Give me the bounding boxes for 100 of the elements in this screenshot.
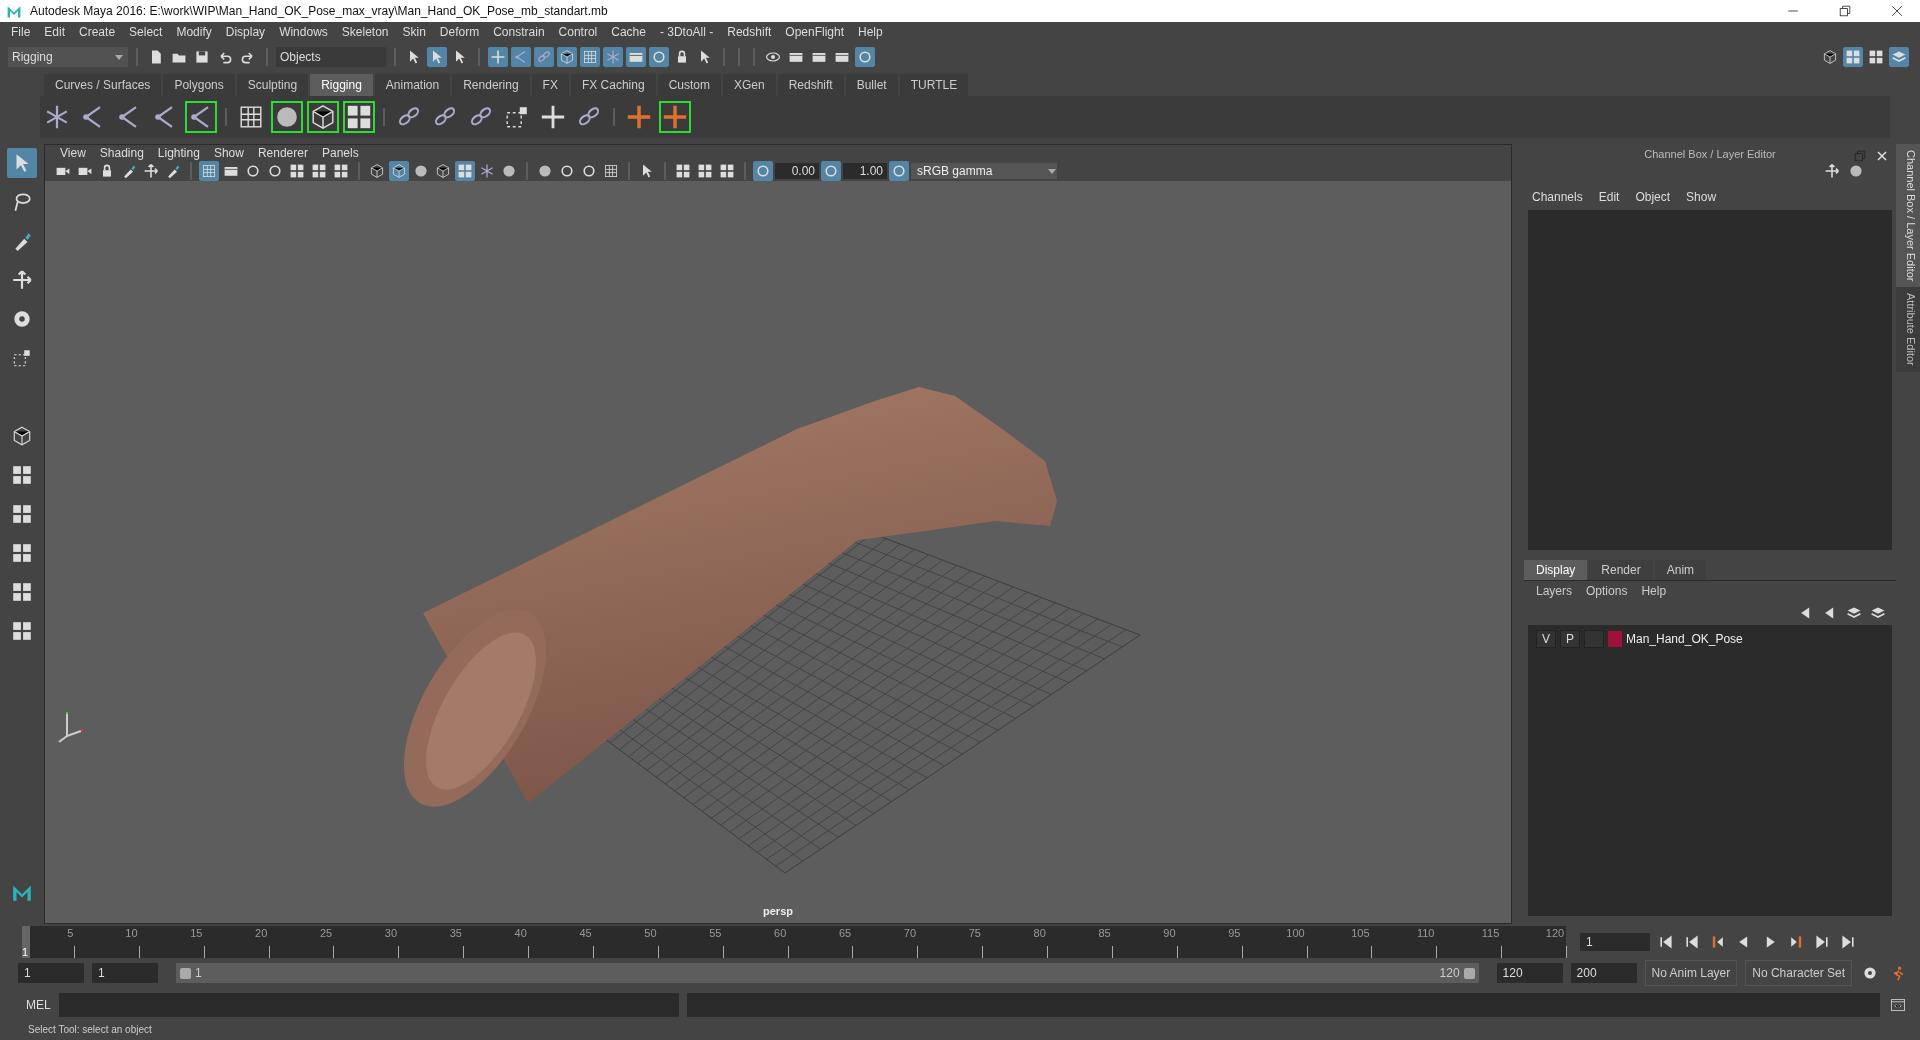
frame-label: 35: [449, 927, 462, 939]
panel-menu-item[interactable]: View: [53, 146, 93, 160]
snap-grid-icon[interactable]: [488, 47, 508, 67]
shelf-tab[interactable]: Rendering: [452, 74, 530, 96]
frame-label: 5: [67, 927, 74, 939]
menu-item[interactable]: Deform: [432, 25, 487, 39]
shelf-tab[interactable]: Rigging: [310, 74, 373, 96]
axis-icon: [58, 711, 84, 743]
menu-item[interactable]: Windows: [272, 25, 335, 39]
channel-box-menu-item[interactable]: Show: [1686, 190, 1717, 204]
menu-item[interactable]: Edit: [37, 25, 73, 39]
command-language-label[interactable]: MEL: [26, 998, 51, 1012]
menu-set-dropdown[interactable]: Rigging: [8, 47, 128, 67]
viewport[interactable]: persp: [45, 181, 1511, 923]
shelf-tab[interactable]: Polygons: [163, 74, 235, 96]
channel-box-menu-item[interactable]: Object: [1635, 190, 1671, 204]
menu-item[interactable]: Help: [851, 25, 890, 39]
layer-menu-item[interactable]: Layers: [1536, 584, 1573, 598]
shelf-tab[interactable]: FX Caching: [570, 74, 656, 96]
frame-label: 115: [1481, 927, 1500, 939]
window-title: Autodesk Maya 2016: E:\work\WIP\Man_Hand_OK_Pose_max_vray\Man_Hand_OK_Pose_mb_standart.mb: [30, 4, 608, 18]
side-tab[interactable]: Channel Box / Layer Editor: [1896, 144, 1920, 288]
restore-icon[interactable]: [1837, 3, 1853, 19]
panel-menu-item[interactable]: Show: [206, 146, 251, 160]
end-time-field[interactable]: 200: [1570, 963, 1637, 983]
panel-menu-item[interactable]: Renderer: [250, 146, 315, 160]
grid-icon[interactable]: [199, 161, 219, 181]
frame-label: 20: [255, 927, 268, 939]
side-tab[interactable]: Attribute Editor: [1896, 287, 1920, 373]
range-slider[interactable]: 1 120: [176, 963, 1479, 983]
menu-item[interactable]: Display: [218, 25, 273, 39]
select-tool-icon[interactable]: [7, 148, 37, 178]
menu-item[interactable]: Modify: [169, 25, 219, 39]
range-start-label: 1: [195, 966, 202, 980]
close-icon[interactable]: [1889, 3, 1905, 19]
menu-item[interactable]: Cache: [604, 25, 653, 39]
menu-item[interactable]: Redshift: [720, 25, 779, 39]
menu-item[interactable]: Create: [72, 25, 123, 39]
time-slider[interactable]: 1 5 10 15 20 25 30 35 40 45 50 55 60 65 70 75 80 85 90 95 100 105 110 115 120: [22, 926, 1566, 958]
frame-label: 30: [384, 927, 398, 939]
shelf-tab[interactable]: XGen: [722, 74, 776, 96]
character-set-dropdown[interactable]: No Character Set: [1745, 960, 1852, 986]
command-input-field[interactable]: [58, 993, 679, 1017]
layer-name[interactable]: Man_Hand_OK_Pose: [1626, 632, 1743, 646]
shelf-tab[interactable]: TURTLE: [899, 74, 969, 96]
menu-item[interactable]: OpenFlight: [778, 25, 851, 39]
select-object-icon[interactable]: [427, 47, 447, 67]
shelf-tab[interactable]: Sculpting: [236, 74, 309, 96]
caret-icon: [114, 52, 124, 62]
frame-label: 90: [1163, 927, 1176, 939]
menu-item[interactable]: Skin: [395, 25, 433, 39]
current-frame-field[interactable]: 1: [1580, 933, 1650, 951]
frame-label: 100: [1286, 927, 1305, 939]
frame-label: 45: [579, 927, 592, 939]
current-frame-marker[interactable]: 1: [22, 926, 30, 958]
frame-label: 110: [1416, 927, 1435, 939]
camera-label: persp: [763, 905, 793, 917]
panel-menu-item[interactable]: Lighting: [150, 146, 207, 160]
menu-item[interactable]: Constrain: [486, 25, 552, 39]
caret-icon: [1047, 166, 1057, 176]
visibility-toggle[interactable]: V: [1536, 630, 1556, 648]
range-end-label: 120: [1439, 966, 1460, 980]
shelf-tab[interactable]: FX: [531, 74, 569, 96]
menu-item[interactable]: Control: [551, 25, 605, 39]
help-line: Select Tool: select an object: [28, 1023, 152, 1035]
frame-label: 50: [644, 927, 657, 939]
menu-item[interactable]: - 3DtoAll -: [652, 25, 721, 39]
frame-label: 25: [319, 927, 333, 939]
layer-tab[interactable]: Anim: [1654, 560, 1707, 580]
gamma-field[interactable]: 1.00: [843, 163, 887, 179]
range-handle[interactable]: [180, 967, 191, 979]
frame-label: 75: [968, 927, 981, 939]
channel-box-menu-item[interactable]: Edit: [1598, 190, 1620, 204]
shelf-tab[interactable]: Custom: [657, 74, 721, 96]
layer-tab[interactable]: Display: [1524, 560, 1588, 580]
exposure-field[interactable]: 0.00: [775, 163, 819, 179]
layer-menu-item[interactable]: Options: [1586, 584, 1628, 598]
start-time-field[interactable]: 1: [18, 963, 84, 983]
layer-color-swatch[interactable]: [1608, 631, 1622, 647]
layer-menu-item[interactable]: Help: [1641, 584, 1667, 598]
color-space-dropdown[interactable]: sRGB gamma: [911, 163, 1057, 179]
playback-end-field[interactable]: 120: [1496, 963, 1563, 983]
menu-item[interactable]: Skeleton: [334, 25, 396, 39]
frame-label: 15: [190, 927, 203, 939]
layer-tab[interactable]: Render: [1589, 560, 1653, 580]
frame-label: 40: [514, 927, 527, 939]
menu-item[interactable]: File: [4, 25, 38, 39]
panel-menu-item[interactable]: Panels: [314, 146, 366, 160]
shelf-tab[interactable]: Redshift: [777, 74, 844, 96]
panel-menu-item[interactable]: Shading: [92, 146, 151, 160]
playback-toggle[interactable]: P: [1560, 630, 1580, 648]
range-handle[interactable]: [1463, 967, 1475, 979]
shelf-tab[interactable]: Bullet: [845, 74, 898, 96]
shelf-tab[interactable]: Curves / Surfaces: [44, 74, 162, 96]
playback-start-field[interactable]: 1: [92, 963, 158, 983]
menu-item[interactable]: Select: [122, 25, 170, 39]
channel-box-menu-item[interactable]: Channels: [1532, 190, 1583, 204]
selection-mode-dropdown[interactable]: Objects: [276, 47, 386, 67]
anim-layer-dropdown[interactable]: No Anim Layer: [1644, 960, 1738, 986]
shelf-tab[interactable]: Animation: [374, 74, 451, 96]
